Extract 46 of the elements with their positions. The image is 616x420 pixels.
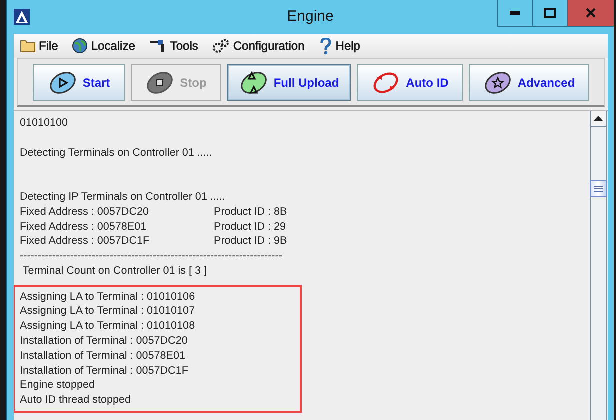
- log-line: Product ID : 8B: [214, 204, 288, 220]
- log-line: Assigning LA to Terminal : 01010108: [20, 319, 196, 334]
- log-line: Auto ID thread stopped: [20, 393, 132, 408]
- toolbar-button[interactable]: Full Upload: [227, 64, 351, 101]
- menu-item[interactable]: Tools: [170, 39, 198, 53]
- log-line: 01010100: [20, 116, 68, 131]
- arrows-icon: [238, 70, 269, 96]
- menu-item[interactable]: File: [39, 39, 58, 53]
- log-line: Assigning LA to Terminal : 01010106: [20, 290, 196, 304]
- log-line: -------------------------------------------------------------------------: [20, 249, 282, 264]
- window-title: Engine: [287, 8, 334, 25]
- cycle-icon: [371, 70, 402, 94]
- scroll-up-button[interactable]: [591, 111, 606, 127]
- log-line: Installation of Terminal : 0057DC20: [20, 334, 188, 349]
- log-line: Assigning LA to Terminal : 01010107: [20, 304, 196, 320]
- toolbar-button[interactable]: Advanced: [469, 64, 589, 101]
- log-line: Installation of Terminal : 00578E01: [20, 348, 186, 364]
- log-line: Product ID : 29: [214, 220, 286, 234]
- play-icon: [48, 70, 78, 94]
- stop-icon: [145, 70, 176, 94]
- globe-icon: [72, 38, 88, 54]
- log-line: Product ID : 9B: [214, 234, 288, 250]
- log-line: Fixed Address : 0057DC1F: [20, 234, 150, 250]
- log-line: Detecting IP Terminals on Controller 01 .....: [20, 190, 226, 205]
- folder-icon: [20, 39, 36, 53]
- toolbar-button[interactable]: Start: [33, 64, 125, 101]
- menu-item[interactable]: Help: [336, 39, 360, 53]
- log-line: Installation of Terminal : 0057DC1F: [20, 364, 188, 378]
- log-line: Fixed Address : 0057DC20: [20, 204, 150, 220]
- help-icon: [318, 38, 333, 54]
- minimize-icon: [510, 11, 520, 15]
- maximize-icon: [544, 8, 556, 18]
- gears-icon: [212, 38, 230, 54]
- log-line: Fixed Address : 00578E01: [20, 220, 147, 234]
- close-button[interactable]: [567, 0, 614, 27]
- log-line: Detecting Terminals on Controller 01 .....: [20, 146, 212, 160]
- menu-item[interactable]: Localize: [91, 39, 136, 53]
- menu-item[interactable]: Configuration: [233, 39, 305, 53]
- app-logo-icon: [14, 9, 30, 25]
- log-line: Terminal Count on Controller 01 is [ 3 ]: [22, 264, 208, 279]
- toolbar-button[interactable]: Auto ID: [357, 64, 463, 101]
- up-arrow-icon: [594, 116, 603, 121]
- close-icon: [586, 8, 596, 18]
- scrollbar-thumb[interactable]: [590, 180, 607, 197]
- minimize-button[interactable]: [497, 0, 532, 27]
- log-line: Engine stopped: [20, 378, 96, 394]
